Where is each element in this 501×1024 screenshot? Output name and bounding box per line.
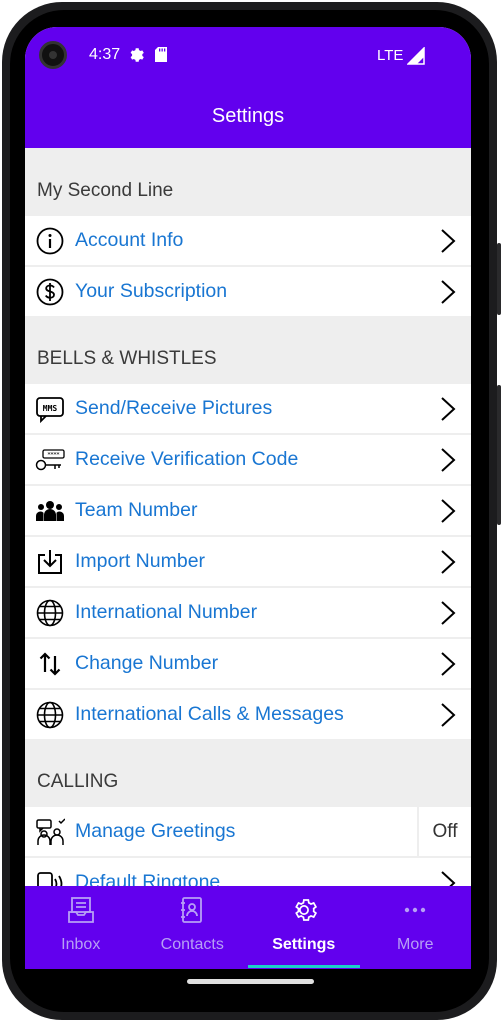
nav-label: More	[397, 936, 434, 953]
import-icon	[38, 550, 62, 574]
section-my-second-line: Account Info Your Subscription	[25, 216, 471, 316]
more-icon	[405, 907, 426, 913]
section-header-bells-whistles: BELLS & WHISTLES	[25, 316, 471, 384]
row-label: Import Number	[75, 550, 206, 572]
gear-icon	[294, 899, 317, 921]
nav-more[interactable]: More	[360, 886, 472, 969]
greetings-status-value: Off	[417, 807, 471, 856]
row-account-info[interactable]: Account Info	[25, 216, 471, 267]
info-icon	[36, 227, 64, 255]
gesture-bar[interactable]	[187, 979, 314, 984]
settings-status-icon	[130, 48, 144, 62]
row-send-receive-pictures[interactable]: MMS Send/Receive Pictures	[25, 384, 471, 435]
nav-contacts[interactable]: Contacts	[137, 886, 249, 969]
mms-icon: MMS	[36, 397, 64, 424]
row-label: International Calls & Messages	[75, 703, 344, 725]
row-label: Change Number	[75, 652, 219, 674]
chevron-right-icon	[441, 280, 456, 304]
signal-icon	[407, 47, 425, 65]
inbox-icon	[67, 897, 94, 923]
status-bar: 4:37 LTE	[25, 27, 471, 84]
front-camera	[39, 41, 67, 69]
section-bells-whistles: MMS Send/Receive Pictures **** Receive V…	[25, 384, 471, 739]
key-code-icon: ****	[35, 449, 65, 471]
nav-inbox[interactable]: Inbox	[25, 886, 137, 969]
power-button	[497, 385, 501, 525]
app-bar: Settings	[25, 84, 471, 148]
row-your-subscription[interactable]: Your Subscription	[25, 267, 471, 316]
network-type: LTE	[377, 47, 404, 64]
dollar-icon	[36, 278, 64, 306]
chevron-right-icon	[441, 550, 456, 574]
row-international-calls-messages[interactable]: International Calls & Messages	[25, 690, 471, 739]
row-import-number[interactable]: Import Number	[25, 537, 471, 588]
row-team-number[interactable]: Team Number	[25, 486, 471, 537]
status-time: 4:37	[89, 46, 121, 63]
nav-label: Inbox	[61, 936, 101, 953]
chevron-right-icon	[441, 499, 456, 523]
row-label: Receive Verification Code	[75, 448, 299, 470]
nav-label: Contacts	[160, 936, 224, 953]
chevron-right-icon	[441, 601, 456, 625]
row-label: Manage Greetings	[75, 820, 236, 842]
row-change-number[interactable]: Change Number	[25, 639, 471, 690]
section-header-calling: CALLING	[25, 739, 471, 807]
chevron-right-icon	[441, 397, 456, 421]
contacts-icon	[181, 897, 203, 923]
sd-card-icon	[155, 47, 167, 62]
svg-text:MMS: MMS	[43, 404, 58, 413]
globe-icon	[36, 599, 64, 627]
active-tab-indicator	[248, 965, 360, 968]
row-manage-greetings[interactable]: Manage Greetings Off	[25, 807, 471, 858]
row-label: International Number	[75, 601, 258, 623]
nav-settings[interactable]: Settings	[248, 886, 360, 969]
row-label: Team Number	[75, 499, 198, 521]
bottom-navigation: Inbox Contacts Settings More	[25, 886, 471, 969]
section-header-my-second-line: My Second Line	[25, 148, 471, 216]
row-label: Send/Receive Pictures	[75, 397, 273, 419]
screen: 4:37 LTE Settings My Second Line Account…	[25, 27, 471, 969]
chevron-right-icon	[441, 703, 456, 727]
chevron-right-icon	[441, 448, 456, 472]
row-receive-verification-code[interactable]: **** Receive Verification Code	[25, 435, 471, 486]
page-title: Settings	[211, 105, 285, 127]
greeting-icon	[36, 818, 65, 845]
row-international-number[interactable]: International Number	[25, 588, 471, 639]
row-label: Your Subscription	[75, 280, 228, 302]
swap-arrows-icon	[39, 652, 61, 676]
chevron-right-icon	[441, 652, 456, 676]
volume-button	[497, 243, 501, 315]
globe-icon	[36, 701, 64, 729]
nav-label: Settings	[272, 936, 336, 953]
row-label: Account Info	[75, 229, 184, 251]
svg-text:****: ****	[48, 452, 60, 459]
settings-list: My Second Line Account Info Your Subscri…	[25, 148, 471, 907]
chevron-right-icon	[441, 229, 456, 253]
team-icon	[36, 501, 64, 521]
